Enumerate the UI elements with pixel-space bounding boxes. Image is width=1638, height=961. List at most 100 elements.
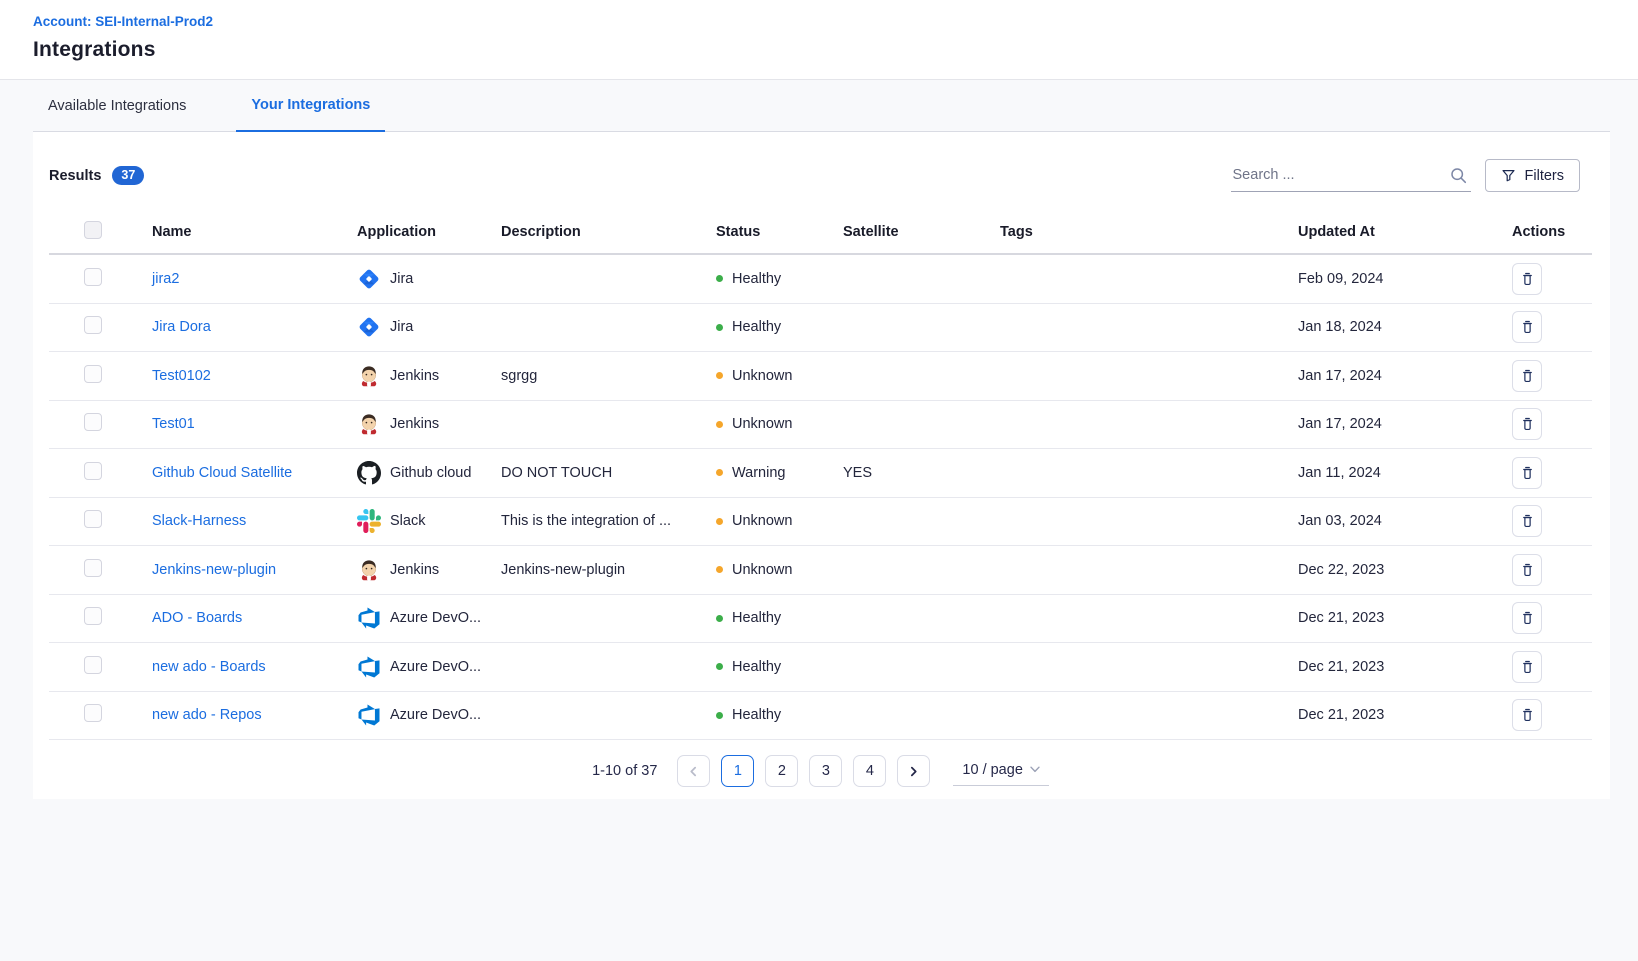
column-header-application: Application [357,224,501,240]
column-header-updated-at: Updated At [1298,224,1512,240]
tab-available-integrations[interactable]: Available Integrations [33,80,201,131]
integration-name-link[interactable]: Test01 [152,416,195,432]
row-checkbox[interactable] [84,704,102,722]
status-badge: Healthy [716,610,843,626]
search-input[interactable] [1231,160,1436,190]
status-dot [716,469,723,476]
chevron-right-icon [908,766,919,777]
previous-page-button[interactable] [677,755,710,787]
page-title: Integrations [33,38,1610,62]
updated-at-value: Feb 09, 2024 [1298,271,1512,287]
azure-devops-icon [357,703,381,727]
status-label: Unknown [732,416,792,432]
application-name: Azure DevO... [390,659,481,675]
updated-at-value: Dec 21, 2023 [1298,610,1512,626]
status-dot [716,518,723,525]
integration-name-link[interactable]: new ado - Boards [152,659,266,675]
row-checkbox[interactable] [84,559,102,577]
table-header-row: Name Application Description Status Sate… [49,211,1592,255]
tab-your-integrations[interactable]: Your Integrations [236,80,385,132]
trash-icon [1520,707,1535,723]
integration-name-link[interactable]: jira2 [152,271,179,287]
status-label: Unknown [732,368,792,384]
jenkins-icon [357,412,381,436]
table-row: jira2 Jira Healthy Feb 09, 2024 [49,255,1592,304]
row-checkbox[interactable] [84,510,102,528]
integration-name-link[interactable]: Jenkins-new-plugin [152,562,276,578]
description-text: sgrgg [501,368,716,384]
status-dot [716,421,723,428]
updated-at-value: Dec 21, 2023 [1298,707,1512,723]
status-dot [716,372,723,379]
select-all-checkbox[interactable] [84,221,102,239]
row-checkbox[interactable] [84,656,102,674]
status-badge: Unknown [716,368,843,384]
application-name: Slack [390,513,425,529]
next-page-button[interactable] [897,755,930,787]
delete-button[interactable] [1512,602,1542,634]
application-name: Azure DevO... [390,610,481,626]
row-checkbox[interactable] [84,462,102,480]
column-header-description: Description [501,224,716,240]
trash-icon [1520,659,1535,675]
trash-icon [1520,319,1535,335]
status-label: Warning [732,465,785,481]
application-name: Github cloud [390,465,471,481]
delete-button[interactable] [1512,408,1542,440]
status-badge: Healthy [716,707,843,723]
delete-button[interactable] [1512,360,1542,392]
delete-button[interactable] [1512,457,1542,489]
status-badge: Healthy [716,319,843,335]
updated-at-value: Jan 17, 2024 [1298,368,1512,384]
status-label: Healthy [732,659,781,675]
jenkins-icon [357,364,381,388]
integration-name-link[interactable]: new ado - Repos [152,707,262,723]
status-dot [716,275,723,282]
chevron-left-icon [688,766,699,777]
application-name: Jenkins [390,368,439,384]
status-badge: Unknown [716,562,843,578]
github-icon [357,461,381,485]
page-button-1[interactable]: 1 [721,755,754,787]
status-dot [716,712,723,719]
toolbar: Results 37 Filters [49,132,1592,192]
integration-name-link[interactable]: Slack-Harness [152,513,246,529]
description-text: DO NOT TOUCH [501,465,716,481]
filters-button[interactable]: Filters [1485,159,1580,192]
row-checkbox[interactable] [84,365,102,383]
integration-name-link[interactable]: Test0102 [152,368,211,384]
application-name: Jira [390,319,413,335]
delete-button[interactable] [1512,311,1542,343]
status-dot [716,566,723,573]
page-button-3[interactable]: 3 [809,755,842,787]
integration-name-link[interactable]: Jira Dora [152,319,211,335]
delete-button[interactable] [1512,699,1542,731]
delete-button[interactable] [1512,263,1542,295]
trash-icon [1520,562,1535,578]
results-count-badge: 37 [112,166,144,186]
status-label: Unknown [732,562,792,578]
page-size-select[interactable]: 10 / page [953,757,1048,786]
row-checkbox[interactable] [84,607,102,625]
delete-button[interactable] [1512,651,1542,683]
integration-name-link[interactable]: ADO - Boards [152,610,242,626]
table-row: new ado - Repos Azure DevO... Healthy De… [49,692,1592,741]
column-header-tags: Tags [1000,224,1298,240]
status-label: Healthy [732,707,781,723]
column-header-name: Name [152,224,357,240]
page-button-4[interactable]: 4 [853,755,886,787]
table-row: Github Cloud Satellite Github cloud DO N… [49,449,1592,498]
delete-button[interactable] [1512,554,1542,586]
row-checkbox[interactable] [84,316,102,334]
filters-label: Filters [1525,168,1564,184]
row-checkbox[interactable] [84,413,102,431]
column-header-actions: Actions [1512,224,1592,240]
delete-button[interactable] [1512,505,1542,537]
page-button-2[interactable]: 2 [765,755,798,787]
top-header: Account: SEI-Internal-Prod2 Integrations [0,0,1638,80]
table-row: Test01 Jenkins Unknown Jan 17, 2024 [49,401,1592,450]
account-breadcrumb[interactable]: Account: SEI-Internal-Prod2 [33,14,213,29]
integrations-table: Name Application Description Status Sate… [49,211,1592,740]
row-checkbox[interactable] [84,268,102,286]
integration-name-link[interactable]: Github Cloud Satellite [152,465,292,481]
